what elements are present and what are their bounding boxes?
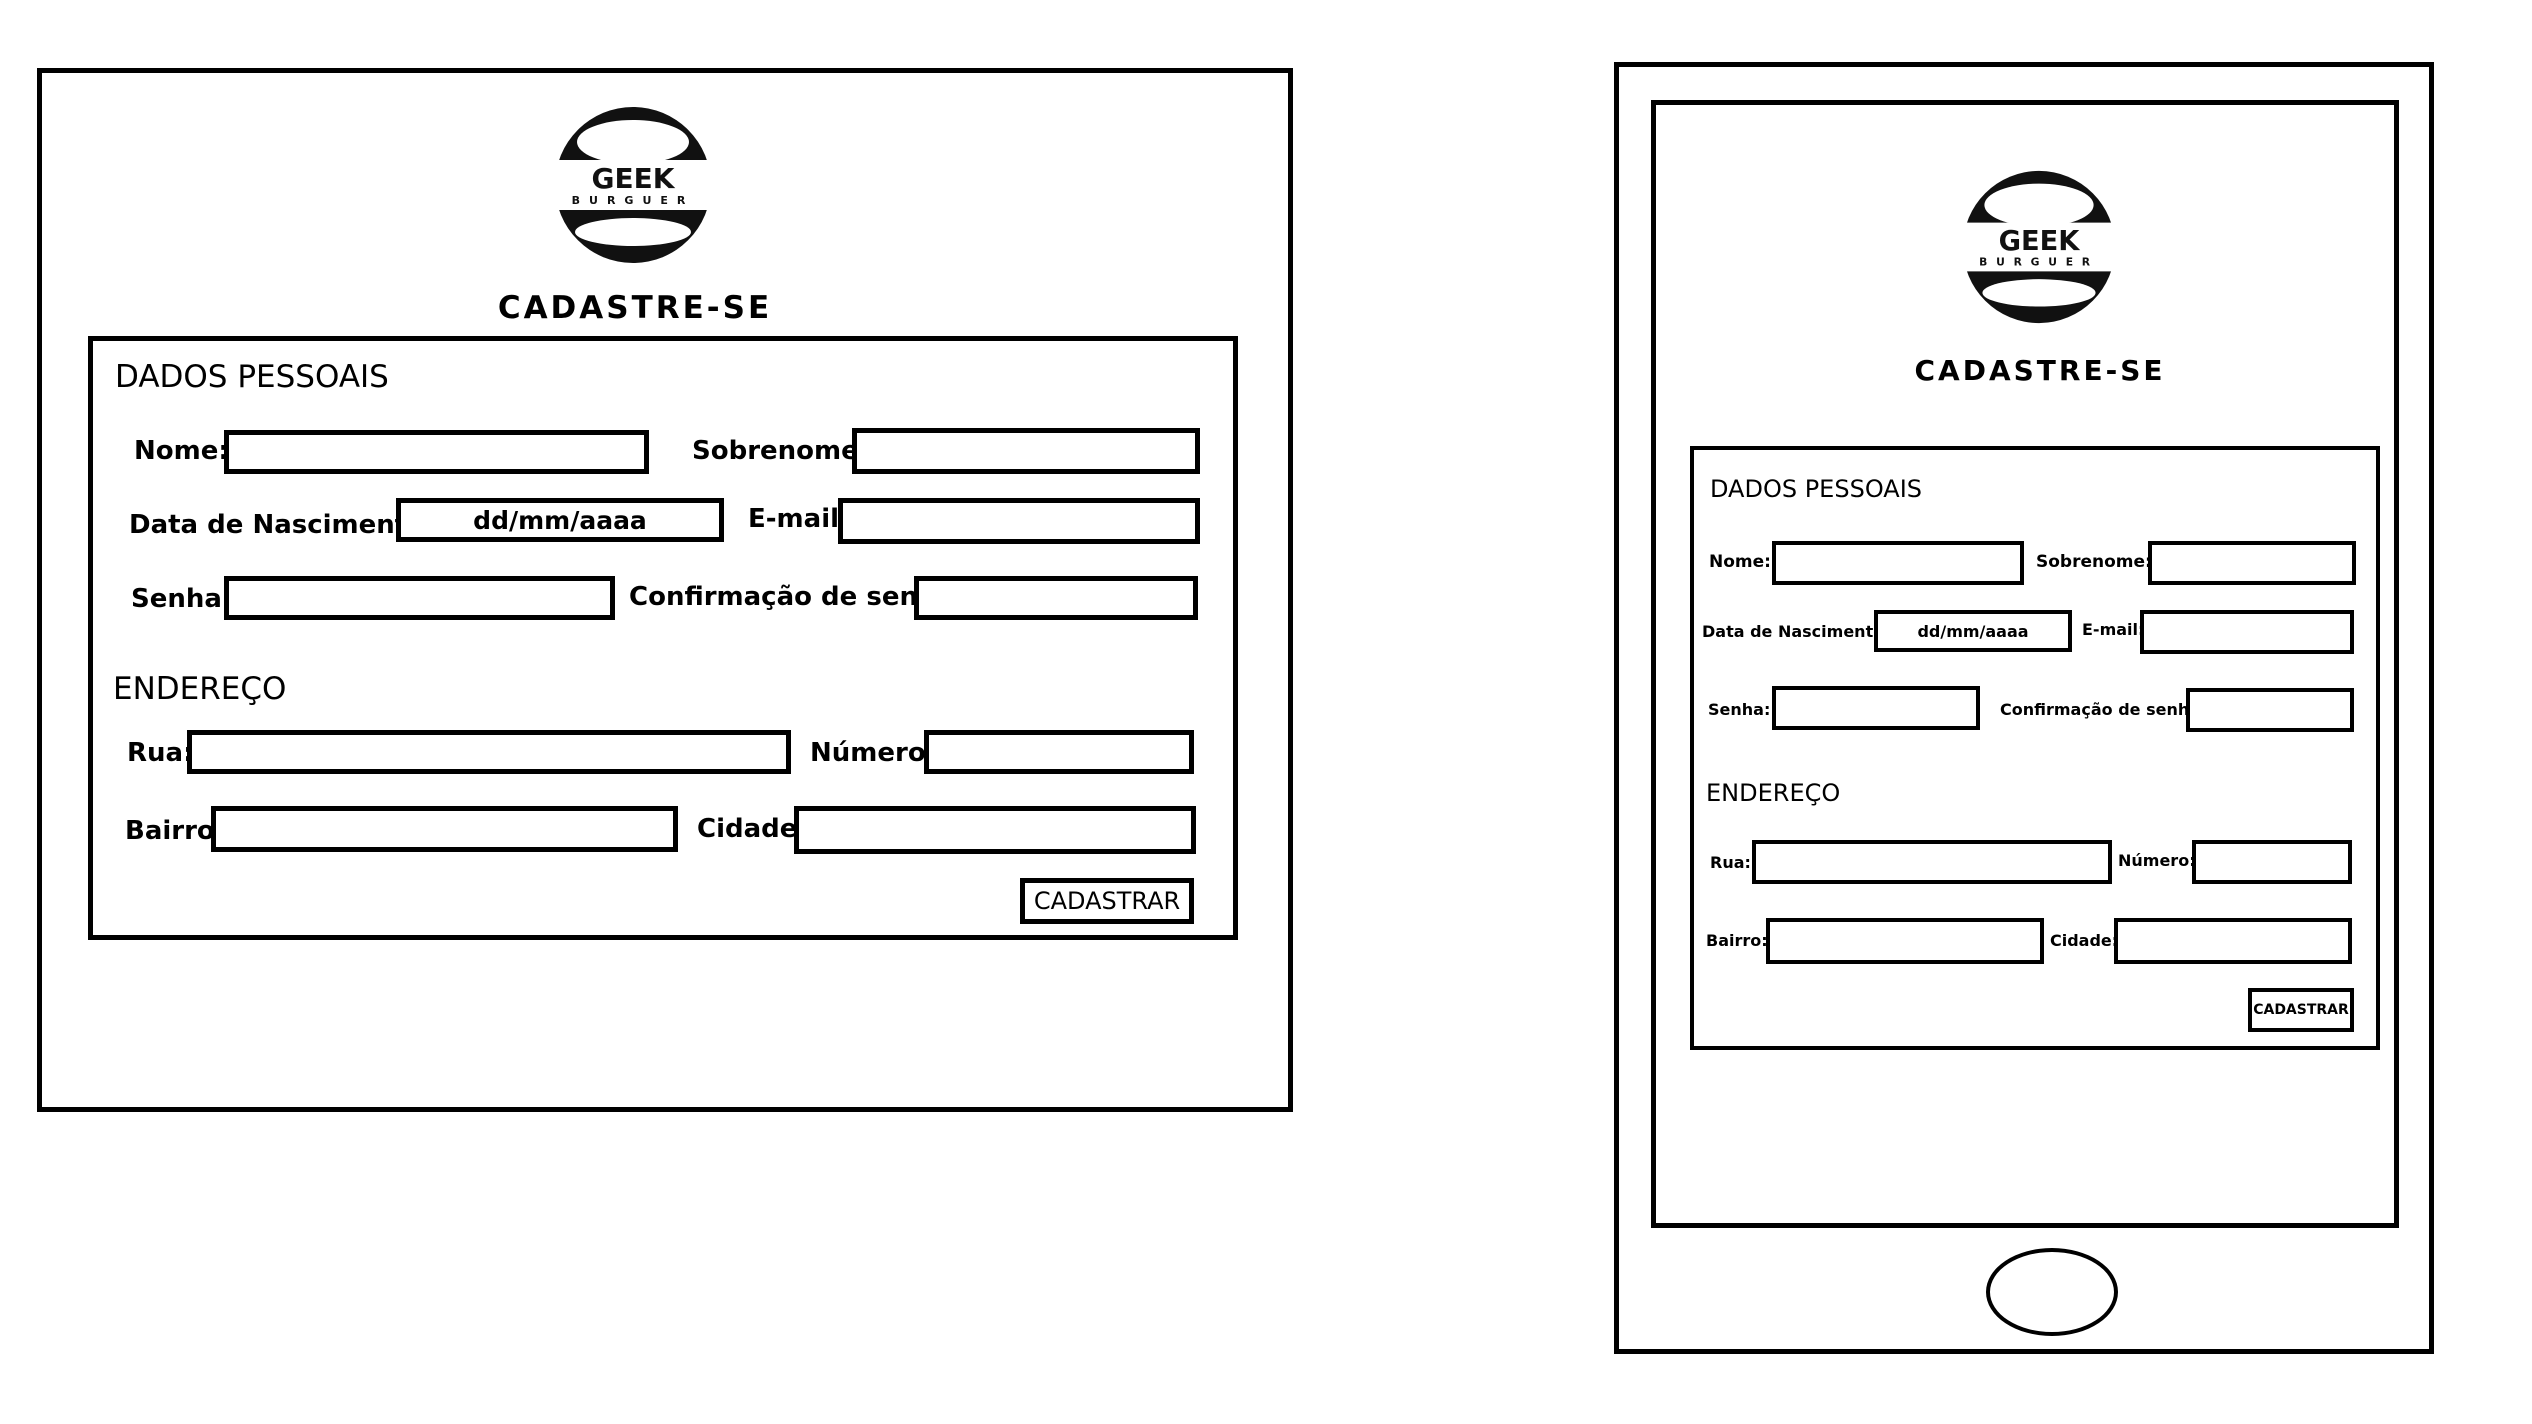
bairro-input[interactable] bbox=[1766, 918, 2044, 964]
nome-input[interactable] bbox=[224, 430, 649, 474]
bairro-label: Bairro: bbox=[1706, 931, 1768, 950]
section-address-heading: ENDEREÇO bbox=[113, 671, 287, 707]
cadastrar-button[interactable]: CADASTRAR bbox=[2248, 988, 2354, 1032]
page-title: CADASTRE-SE bbox=[1914, 354, 2166, 387]
cidade-label: Cidade: bbox=[2050, 931, 2119, 950]
bairro-input[interactable] bbox=[211, 806, 678, 852]
senha-label: Senha: bbox=[131, 584, 233, 614]
numero-input[interactable] bbox=[924, 730, 1194, 774]
email-label: E-mail: bbox=[2082, 620, 2145, 639]
tablet-home-button[interactable] bbox=[1986, 1248, 2118, 1336]
section-address-heading: ENDEREÇO bbox=[1706, 779, 1841, 807]
cidade-input[interactable] bbox=[2114, 918, 2352, 964]
nome-label: Nome: bbox=[1709, 552, 1771, 572]
section-personal-heading: DADOS PESSOAIS bbox=[115, 359, 389, 395]
cidade-label: Cidade: bbox=[697, 814, 808, 844]
numero-input[interactable] bbox=[2192, 840, 2352, 884]
nascimento-input[interactable]: dd/mm/aaaa bbox=[1874, 610, 2072, 652]
geek-burguer-logo: GEEK BURGUER bbox=[552, 107, 714, 263]
sobrenome-label: Sobrenome: bbox=[692, 436, 870, 466]
svg-text:GEEK: GEEK bbox=[1999, 226, 2081, 257]
sobrenome-label: Sobrenome: bbox=[2036, 552, 2152, 572]
senha-input[interactable] bbox=[1772, 686, 1980, 730]
nome-input[interactable] bbox=[1772, 541, 2024, 585]
nascimento-label: Data de Nascimento: bbox=[129, 510, 436, 540]
sobrenome-input[interactable] bbox=[2148, 541, 2356, 585]
numero-label: Número: bbox=[810, 738, 937, 768]
cidade-input[interactable] bbox=[794, 806, 1196, 854]
rua-label: Rua: bbox=[127, 738, 194, 768]
email-input[interactable] bbox=[2140, 610, 2354, 654]
email-input[interactable] bbox=[838, 498, 1200, 544]
confirmacao-input[interactable] bbox=[914, 576, 1198, 620]
confirmacao-input[interactable] bbox=[2186, 688, 2354, 732]
nascimento-label: Data de Nascimento: bbox=[1702, 622, 1891, 641]
svg-text:BURGUER: BURGUER bbox=[1979, 256, 2099, 269]
cadastrar-button[interactable]: CADASTRAR bbox=[1020, 878, 1194, 924]
section-personal-heading: DADOS PESSOAIS bbox=[1710, 475, 1923, 503]
senha-label: Senha: bbox=[1708, 700, 1771, 719]
geek-burguer-logo: GEEK BURGUER bbox=[1960, 170, 2118, 324]
nome-label: Nome: bbox=[134, 436, 229, 466]
rua-label: Rua: bbox=[1710, 853, 1751, 872]
sobrenome-input[interactable] bbox=[852, 428, 1200, 474]
email-label: E-mail: bbox=[748, 504, 850, 534]
confirmacao-label: Confirmação de senha: bbox=[2000, 700, 2207, 719]
nascimento-input[interactable]: dd/mm/aaaa bbox=[396, 498, 724, 542]
page-title: CADASTRE-SE bbox=[497, 290, 773, 326]
svg-text:BURGUER: BURGUER bbox=[572, 194, 695, 207]
rua-input[interactable] bbox=[187, 730, 791, 774]
svg-text:GEEK: GEEK bbox=[592, 162, 676, 195]
rua-input[interactable] bbox=[1752, 840, 2112, 884]
numero-label: Número: bbox=[2118, 851, 2196, 870]
senha-input[interactable] bbox=[224, 576, 615, 620]
